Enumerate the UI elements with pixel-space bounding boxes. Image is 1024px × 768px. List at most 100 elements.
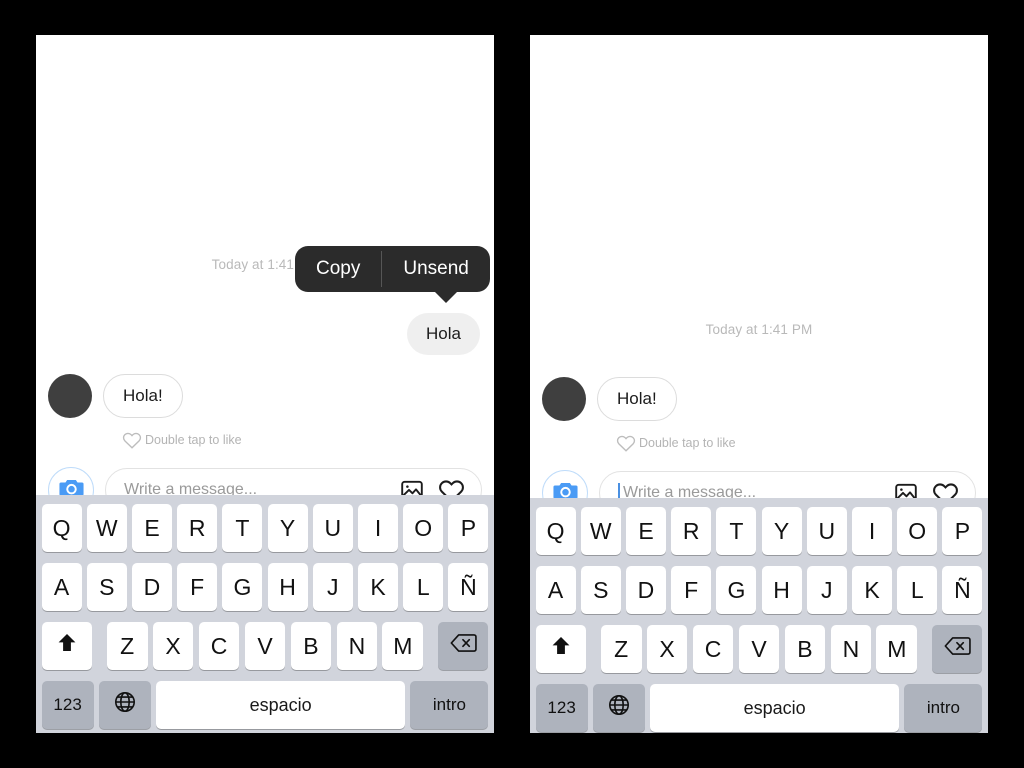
key-R[interactable]: R	[177, 504, 218, 552]
keyboard-row-3: Z X C V B N M	[530, 625, 988, 673]
received-message-bubble[interactable]: Hola!	[103, 374, 183, 418]
key-G[interactable]: G	[222, 563, 263, 611]
key-W[interactable]: W	[580, 507, 621, 555]
key-T[interactable]: T	[716, 507, 757, 555]
double-tap-to-like-hint: Double tap to like	[616, 434, 736, 452]
key-A[interactable]: A	[41, 563, 82, 611]
globe-icon	[113, 690, 137, 720]
key-X[interactable]: X	[646, 625, 688, 673]
key-F[interactable]: F	[177, 563, 218, 611]
keyboard-row-3: Z X C V B N M	[36, 622, 494, 670]
key-O[interactable]: O	[897, 507, 938, 555]
key-enye[interactable]: Ñ	[448, 563, 489, 611]
key-D[interactable]: D	[131, 563, 172, 611]
backspace-key[interactable]	[438, 622, 489, 670]
context-menu-unsend-button[interactable]: Unsend	[382, 246, 490, 292]
return-key[interactable]: intro	[410, 681, 489, 729]
shift-key[interactable]	[535, 625, 586, 673]
key-enye[interactable]: Ñ	[942, 566, 983, 614]
key-Y[interactable]: Y	[267, 504, 308, 552]
key-Z[interactable]: Z	[600, 625, 642, 673]
message-context-menu: Copy Unsend	[295, 246, 490, 303]
virtual-keyboard: Q W E R T Y U I O P A S D F G H J K L Ñ …	[530, 498, 988, 733]
key-W[interactable]: W	[86, 504, 127, 552]
key-D[interactable]: D	[625, 566, 666, 614]
double-tap-to-like-hint: Double tap to like	[122, 431, 242, 449]
space-key[interactable]: espacio	[649, 684, 900, 732]
numbers-key[interactable]: 123	[535, 684, 588, 732]
key-T[interactable]: T	[222, 504, 263, 552]
key-H[interactable]: H	[761, 566, 802, 614]
heart-icon	[616, 434, 636, 452]
sent-message-bubble[interactable]: Hola	[407, 313, 480, 355]
keyboard-row-1: Q W E R T Y U I O P	[530, 507, 988, 555]
key-H[interactable]: H	[267, 563, 308, 611]
backspace-key[interactable]	[932, 625, 983, 673]
virtual-keyboard: Q W E R T Y U I O P A S D F G H J K L Ñ …	[36, 495, 494, 733]
keyboard-row-4: 123 espacio intro	[530, 684, 988, 732]
space-key[interactable]: espacio	[155, 681, 406, 729]
shift-key[interactable]	[41, 622, 92, 670]
like-hint-label: Double tap to like	[145, 433, 242, 447]
key-N[interactable]: N	[830, 625, 872, 673]
key-S[interactable]: S	[580, 566, 621, 614]
keyboard-row-2: A S D F G H J K L Ñ	[530, 566, 988, 614]
key-B[interactable]: B	[784, 625, 826, 673]
key-J[interactable]: J	[312, 563, 353, 611]
key-F[interactable]: F	[671, 566, 712, 614]
avatar[interactable]	[48, 374, 92, 418]
key-L[interactable]: L	[897, 566, 938, 614]
context-menu-tail	[433, 291, 458, 303]
key-G[interactable]: G	[716, 566, 757, 614]
key-P[interactable]: P	[942, 507, 983, 555]
key-K[interactable]: K	[852, 566, 893, 614]
key-U[interactable]: U	[312, 504, 353, 552]
globe-key[interactable]	[592, 684, 645, 732]
key-Y[interactable]: Y	[761, 507, 802, 555]
key-X[interactable]: X	[152, 622, 194, 670]
key-M[interactable]: M	[382, 622, 424, 670]
key-N[interactable]: N	[336, 622, 378, 670]
sent-message-text: Hola	[426, 324, 461, 343]
keyboard-row-2: A S D F G H J K L Ñ	[36, 563, 494, 611]
globe-icon	[607, 693, 631, 723]
key-I[interactable]: I	[852, 507, 893, 555]
key-A[interactable]: A	[535, 566, 576, 614]
key-O[interactable]: O	[403, 504, 444, 552]
key-B[interactable]: B	[290, 622, 332, 670]
received-message-text: Hola!	[617, 389, 657, 408]
message-timestamp: Today at 1:41 PM	[705, 322, 813, 337]
key-K[interactable]: K	[358, 563, 399, 611]
key-R[interactable]: R	[671, 507, 712, 555]
key-C[interactable]: C	[692, 625, 734, 673]
key-L[interactable]: L	[403, 563, 444, 611]
keyboard-row-4: 123 espacio intro	[36, 681, 494, 729]
received-message-row: Hola!	[48, 374, 183, 418]
shift-icon	[549, 634, 573, 664]
key-S[interactable]: S	[86, 563, 127, 611]
key-M[interactable]: M	[876, 625, 918, 673]
numbers-key[interactable]: 123	[41, 681, 94, 729]
context-menu-copy-button[interactable]: Copy	[295, 246, 381, 292]
key-C[interactable]: C	[198, 622, 240, 670]
heart-icon	[122, 431, 142, 449]
received-message-bubble[interactable]: Hola!	[597, 377, 677, 421]
globe-key[interactable]	[98, 681, 151, 729]
key-Z[interactable]: Z	[106, 622, 148, 670]
avatar[interactable]	[542, 377, 586, 421]
keyboard-row-1: Q W E R T Y U I O P	[36, 504, 494, 552]
received-message-row: Hola!	[542, 377, 677, 421]
key-P[interactable]: P	[448, 504, 489, 552]
key-J[interactable]: J	[806, 566, 847, 614]
key-Q[interactable]: Q	[41, 504, 82, 552]
key-V[interactable]: V	[738, 625, 780, 673]
return-key[interactable]: intro	[904, 684, 983, 732]
key-E[interactable]: E	[131, 504, 172, 552]
screenshot-stage: Today at 1:41 PM Hola Copy Unsend Hola! …	[0, 0, 1024, 768]
key-V[interactable]: V	[244, 622, 286, 670]
key-E[interactable]: E	[625, 507, 666, 555]
key-Q[interactable]: Q	[535, 507, 576, 555]
phone-panel-before-unsend: Today at 1:41 PM Hola Copy Unsend Hola! …	[36, 35, 494, 733]
key-I[interactable]: I	[358, 504, 399, 552]
key-U[interactable]: U	[806, 507, 847, 555]
